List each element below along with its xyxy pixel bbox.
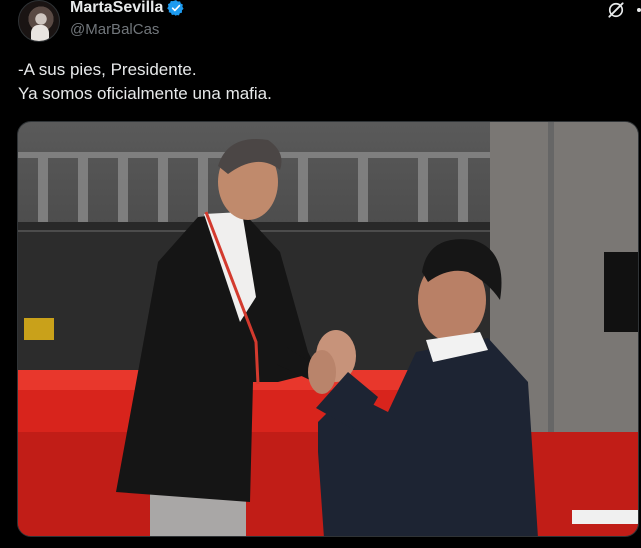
author-handle[interactable]: @MarBalCas [70, 21, 159, 38]
more-icon[interactable] [636, 6, 641, 14]
tweet-text-line: Ya somos oficialmente una mafia. [18, 84, 272, 103]
photo-scene [18, 122, 638, 536]
grok-icon[interactable] [606, 0, 626, 20]
tweet-text: -A sus pies, Presidente. Ya somos oficia… [18, 58, 618, 106]
verified-badge-icon [167, 0, 184, 16]
tweet-photo[interactable] [17, 121, 639, 537]
author-name-line: MartaSevilla [70, 0, 185, 17]
display-name[interactable]: MartaSevilla [70, 0, 163, 17]
tweet-text-line: -A sus pies, Presidente. [18, 60, 197, 79]
avatar[interactable] [18, 0, 60, 42]
tweet-header: MartaSevilla @MarBalCas [18, 0, 641, 44]
